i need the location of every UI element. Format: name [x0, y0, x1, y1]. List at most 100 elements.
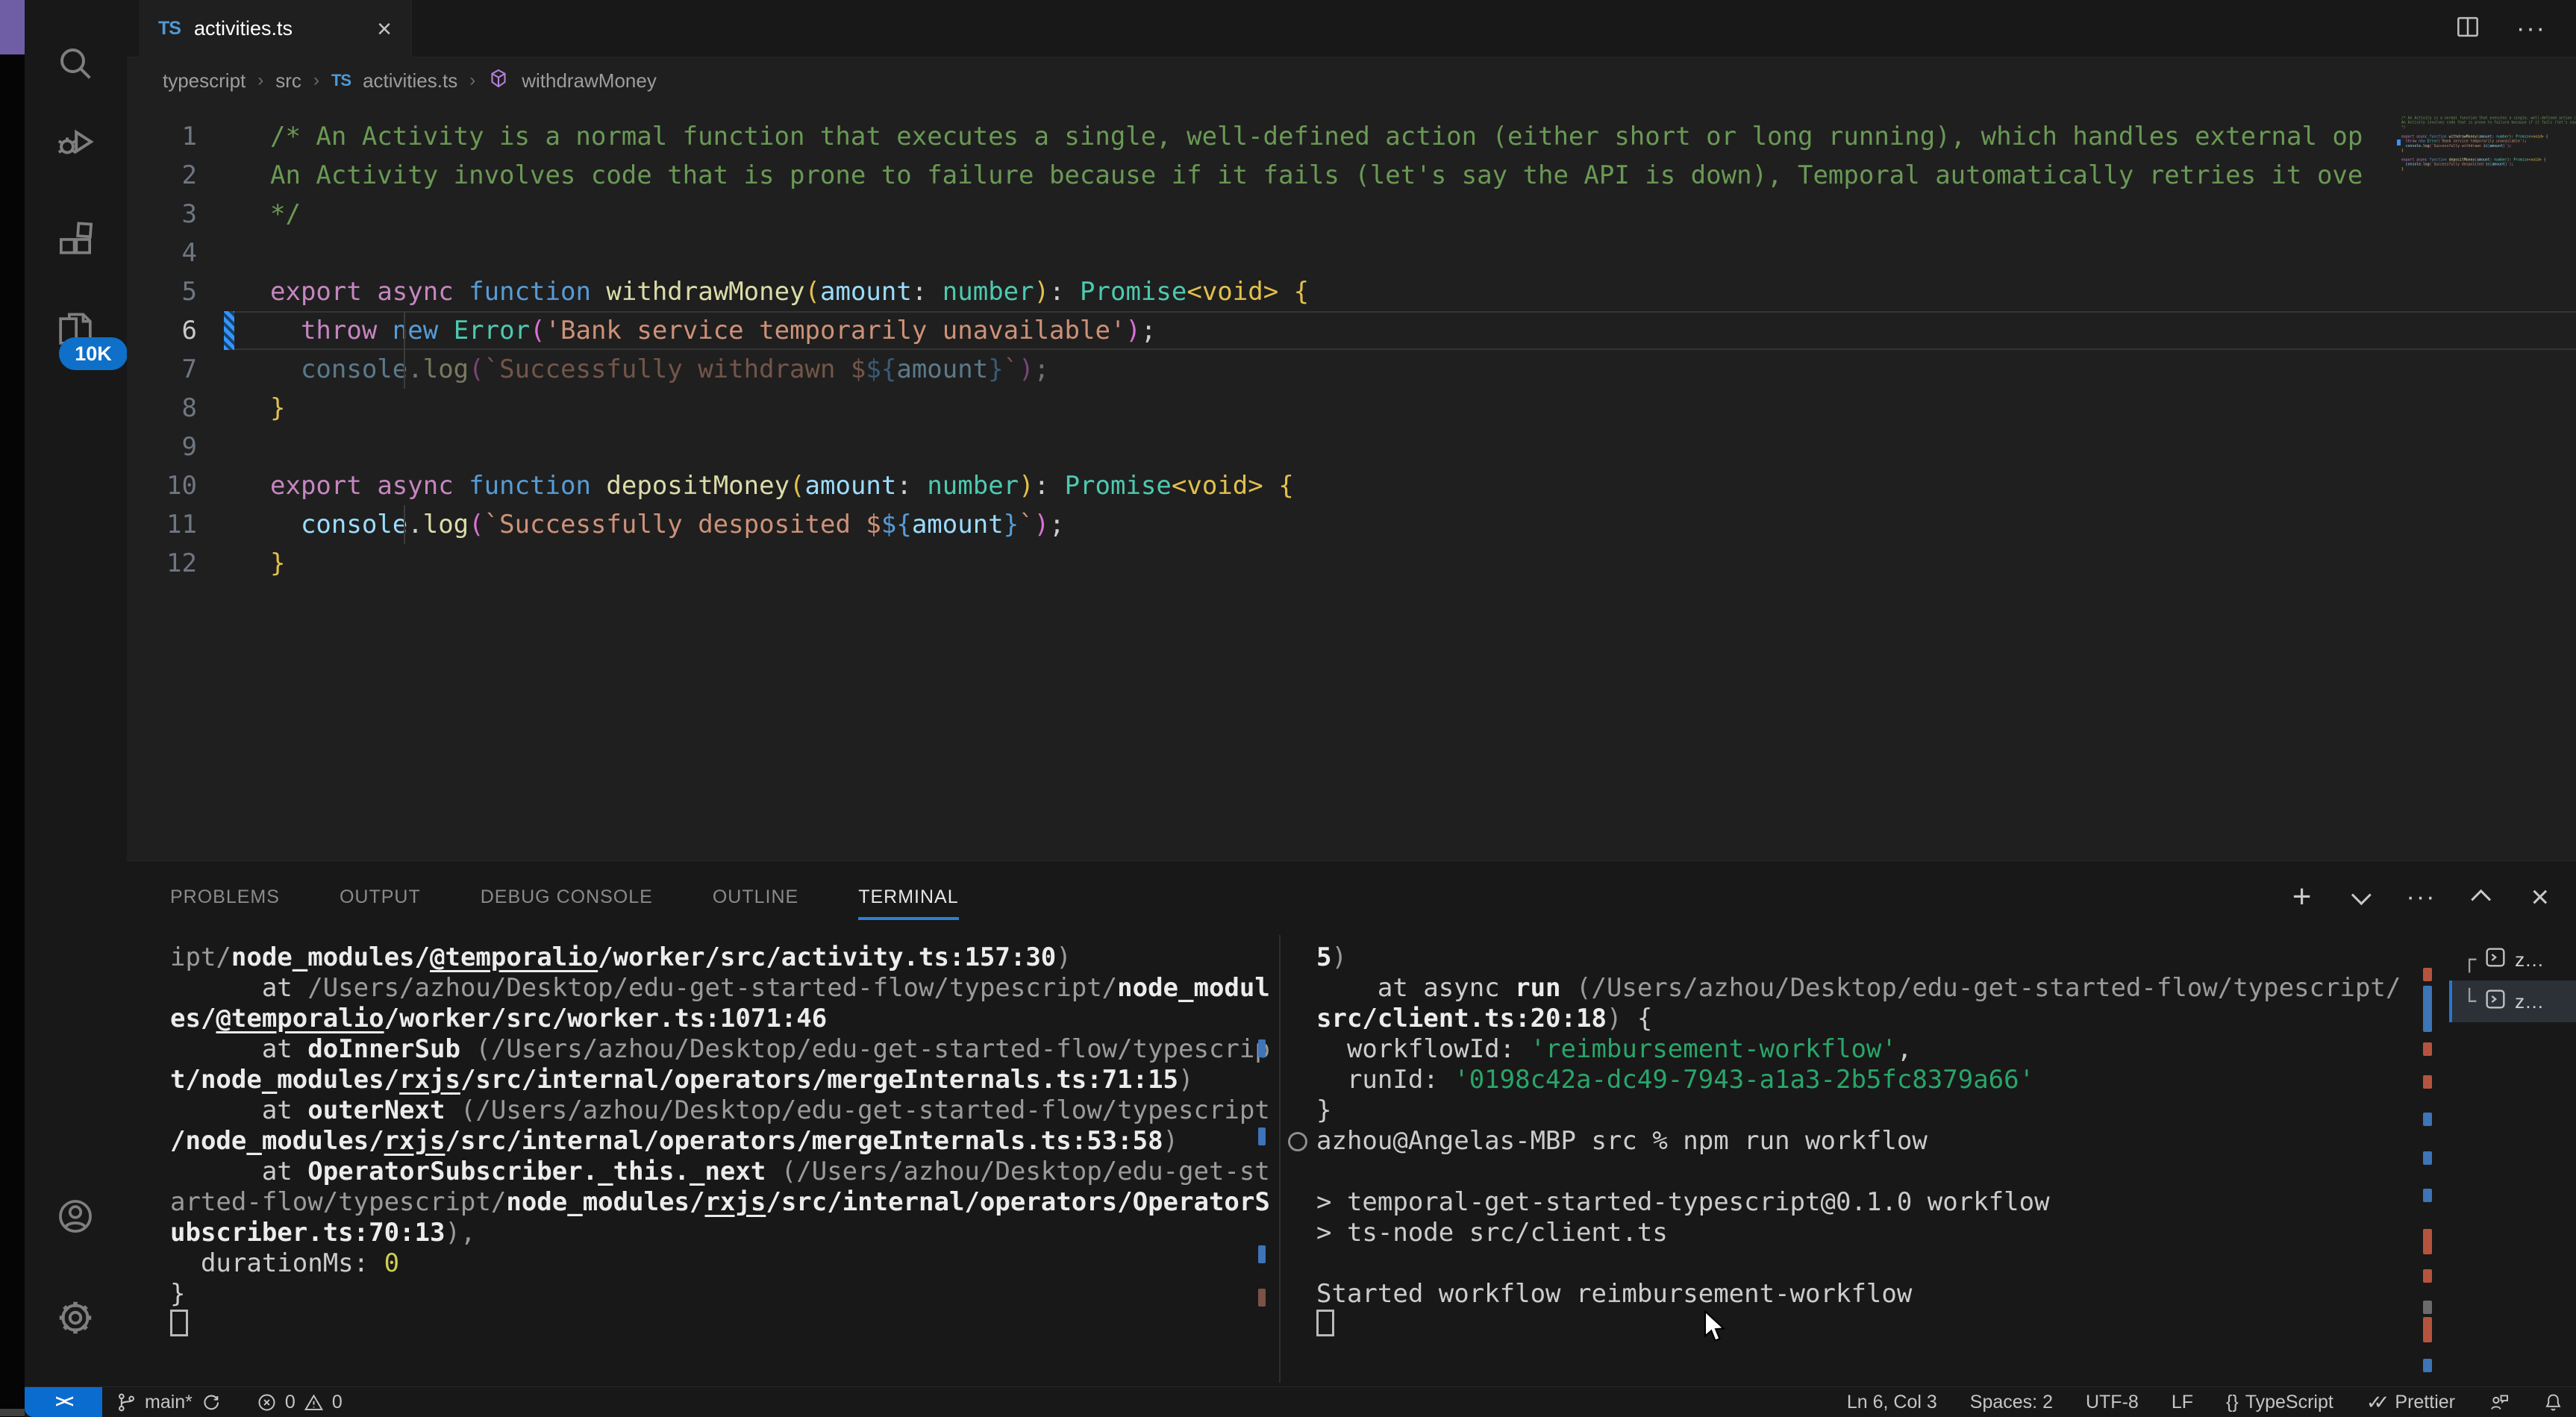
gutter	[224, 117, 234, 156]
chevron-down-icon[interactable]	[2351, 885, 2371, 905]
more-actions-icon[interactable]: ···	[2516, 14, 2546, 43]
new-terminal-icon[interactable]: +	[2292, 880, 2312, 913]
terminal-line: t/node_modules/rxjs/src/internal/operato…	[170, 1065, 1275, 1095]
code-line: 2An Activity involves code that is prone…	[127, 156, 2576, 195]
code-line: 11 console.log(`Successfully desposited …	[127, 505, 2576, 544]
status-right: Ln 6, Col 3 Spaces: 2 UTF-8 LF {} TypeSc…	[1847, 1387, 2564, 1417]
line-number: 2	[127, 156, 224, 195]
problems-item[interactable]: 0 0	[256, 1392, 343, 1413]
split-tree-glyph: ┌	[2463, 947, 2476, 973]
minimap[interactable]: /* An Activity is a normal function that…	[2401, 116, 2576, 235]
terminal-line: at async run (/Users/azhou/Desktop/edu-g…	[1316, 973, 2540, 1004]
tab-activities-ts[interactable]: TS activities.ts ×	[139, 0, 412, 57]
gutter	[224, 466, 234, 505]
scroll-mark	[2423, 1301, 2432, 1314]
terminal-line: ipt/node_modules/@temporalio/worker/src/…	[170, 942, 1275, 973]
tab-debug-console[interactable]: DEBUG CONSOLE	[481, 886, 653, 908]
terminal-line: at doInnerSub (/Users/azhou/Desktop/edu-…	[170, 1034, 1275, 1065]
scroll-mark	[2423, 1359, 2432, 1372]
run-and-debug-icon[interactable]	[54, 121, 96, 163]
minimap-line: }	[2401, 167, 2576, 172]
remote-indicator[interactable]: ><	[25, 1387, 102, 1417]
terminal-line: > ts-node src/client.ts	[1316, 1218, 2540, 1248]
breadcrumb-file[interactable]: activities.ts	[363, 69, 457, 93]
settings-gear-icon[interactable]	[54, 1297, 96, 1339]
line-number: 10	[127, 466, 224, 505]
account-icon[interactable]	[54, 1195, 96, 1237]
desktop-background	[0, 0, 25, 1416]
terminal-tab[interactable]: ┌ z…	[2449, 939, 2576, 980]
scroll-mark	[2423, 1113, 2432, 1126]
code-line: 12}	[127, 544, 2576, 583]
terminal-line: workflowId: 'reimbursement-workflow',	[1316, 1034, 2540, 1065]
formatter-item[interactable]: ✓✓ Prettier	[2366, 1391, 2455, 1414]
cursor-position[interactable]: Ln 6, Col 3	[1847, 1392, 1937, 1413]
breadcrumb: typescript › src › TS activities.ts › wi…	[127, 57, 2576, 104]
code-area[interactable]: 1/* An Activity is a normal function tha…	[127, 117, 2576, 583]
terminal-tab-label: z…	[2515, 990, 2544, 1013]
gutter	[224, 389, 234, 428]
terminal-line: at outerNext (/Users/azhou/Desktop/edu-g…	[170, 1095, 1275, 1126]
breadcrumb-folder[interactable]: src	[275, 69, 301, 93]
terminal-line: runId: '0198c42a-dc49-7943-a1a3-2b5fc837…	[1316, 1065, 2540, 1095]
tab-bar: TS activities.ts × ···	[127, 0, 2576, 57]
warning-count: 0	[332, 1392, 343, 1413]
close-tab-icon[interactable]: ×	[377, 16, 392, 42]
typescript-file-icon: TS	[158, 18, 181, 40]
scroll-mark	[1258, 1245, 1266, 1263]
encoding[interactable]: UTF-8	[2086, 1392, 2139, 1413]
extensions-icon[interactable]	[54, 218, 96, 260]
terminal-line	[1316, 1248, 2540, 1279]
terminal-pane-right[interactable]: 5) at async run (/Users/azhou/Desktop/ed…	[1316, 942, 2540, 1340]
code-line: 8}	[127, 389, 2576, 428]
scroll-mark	[1258, 1039, 1266, 1057]
terminal-line	[1316, 1310, 2540, 1340]
error-icon	[256, 1392, 278, 1413]
feedback-icon[interactable]	[2488, 1392, 2510, 1413]
chevron-right-icon: ›	[313, 70, 319, 91]
panel-actions: + ··· ×	[2292, 861, 2549, 933]
editor-actions: ···	[2454, 0, 2546, 57]
terminal-line: durationMs: 0	[170, 1248, 1275, 1279]
typescript-file-icon: TS	[331, 71, 351, 90]
background-window-strip	[0, 0, 25, 54]
terminal-line: /node_modules/rxjs/src/internal/operator…	[170, 1126, 1275, 1157]
double-check-icon: ✓✓	[2366, 1391, 2381, 1414]
notifications-bell-icon[interactable]	[2542, 1392, 2564, 1413]
code-line: 10export async function depositMoney(amo…	[127, 466, 2576, 505]
terminal-line: }	[1316, 1095, 2540, 1126]
warning-icon	[303, 1392, 325, 1413]
tab-terminal[interactable]: TERMINAL	[858, 886, 958, 908]
editor-group: TS activities.ts × ··· typescript › src …	[127, 0, 2576, 1386]
terminal-tab-selected[interactable]: └ z…	[2449, 980, 2576, 1022]
search-icon[interactable]	[54, 43, 96, 84]
terminal-pane-divider[interactable]	[1279, 935, 1281, 1383]
split-editor-icon[interactable]	[2454, 13, 2482, 45]
command-decoration-icon[interactable]	[1288, 1132, 1307, 1151]
tab-outline[interactable]: OUTLINE	[713, 886, 798, 908]
language-mode[interactable]: {} TypeScript	[2226, 1392, 2333, 1413]
indentation[interactable]: Spaces: 2	[1970, 1392, 2053, 1413]
scroll-mark	[2423, 1151, 2432, 1165]
tab-problems[interactable]: PROBLEMS	[170, 886, 280, 908]
line-number: 12	[127, 544, 224, 583]
tab-output[interactable]: OUTPUT	[340, 886, 421, 908]
close-panel-icon[interactable]: ×	[2530, 881, 2549, 913]
line-number: 3	[127, 195, 224, 234]
git-branch-icon	[116, 1392, 137, 1413]
breadcrumb-symbol[interactable]: withdrawMoney	[522, 69, 657, 93]
terminal-icon	[2483, 987, 2507, 1016]
terminal-pane-left[interactable]: ipt/node_modules/@temporalio/worker/src/…	[170, 942, 1275, 1340]
maximize-panel-icon[interactable]	[2472, 889, 2492, 909]
extension-badge: 10K	[59, 337, 128, 370]
status-left: main* 0 0	[116, 1387, 343, 1417]
code-line: 1/* An Activity is a normal function tha…	[127, 117, 2576, 156]
code-line: 5export async function withdrawMoney(amo…	[127, 272, 2576, 311]
code-editor[interactable]: 1/* An Activity is a normal function tha…	[127, 104, 2576, 860]
code-line: 6 throw new Error('Bank service temporar…	[127, 311, 2576, 350]
scroll-mark	[2423, 1317, 2432, 1342]
eol-sequence[interactable]: LF	[2172, 1392, 2193, 1413]
breadcrumb-folder[interactable]: typescript	[163, 69, 246, 93]
branch-item[interactable]: main*	[116, 1392, 222, 1413]
symbol-module-icon	[487, 67, 510, 95]
